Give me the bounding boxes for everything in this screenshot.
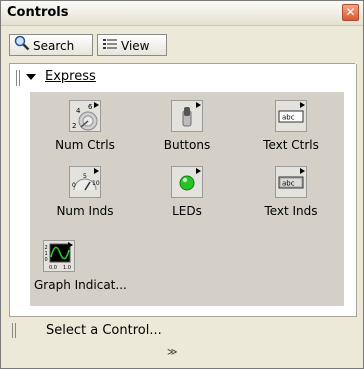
palette-item-num-inds[interactable]: 0 5 10 Num Inds xyxy=(40,160,130,240)
title-bar: Controls ✕ xyxy=(1,1,363,26)
text-indicator-icon[interactable]: abc xyxy=(275,166,307,198)
palette-item-graph-indicators[interactable]: 2 1 0 0.0 1.0 Graph Indicat... xyxy=(30,234,130,314)
submenu-arrow-icon xyxy=(196,168,201,174)
knob-icon[interactable]: 4 6 2 xyxy=(69,100,101,132)
magnifier-icon xyxy=(14,35,30,58)
toolbar: Search View xyxy=(1,26,363,63)
submenu-arrow-icon xyxy=(94,168,99,174)
item-label: Graph Indicat... xyxy=(34,278,127,292)
view-options-icon xyxy=(102,36,118,58)
toggle-switch-icon[interactable] xyxy=(171,100,203,132)
led-icon[interactable] xyxy=(171,166,203,198)
submenu-arrow-icon xyxy=(94,102,99,108)
text-control-icon[interactable]: abc xyxy=(275,100,307,132)
item-label: LEDs xyxy=(172,204,202,218)
knob-tick-6: 6 xyxy=(88,103,93,111)
graph-icon[interactable]: 2 1 0 0.0 1.0 xyxy=(43,240,75,272)
controls-palette-window: Controls ✕ Search View Express 4 6 2 Num… xyxy=(0,0,364,369)
view-button-label: View xyxy=(121,39,150,53)
gauge-icon[interactable]: 0 5 10 xyxy=(69,166,101,198)
item-label: Text Ctrls xyxy=(263,138,319,152)
express-palette: 4 6 2 Num Ctrls Buttons abc Text Ctrls 0… xyxy=(30,92,344,306)
search-button-label: Search xyxy=(33,39,75,53)
expand-triangle-icon[interactable] xyxy=(26,74,36,80)
knob-tick-2: 2 xyxy=(72,122,76,130)
palette-content: Express 4 6 2 Num Ctrls Buttons abc Text… xyxy=(9,64,357,317)
knob-tick-4: 4 xyxy=(76,107,81,115)
gauge-tick-5: 5 xyxy=(83,173,87,180)
submenu-arrow-icon xyxy=(300,102,305,108)
palette-item-text-inds[interactable]: abc Text Inds xyxy=(246,160,336,240)
item-label: Num Ctrls xyxy=(55,138,115,152)
submenu-arrow-icon xyxy=(300,168,305,174)
item-label: Num Inds xyxy=(56,204,114,218)
status-text: Select a Control... xyxy=(46,323,162,338)
abc-text: abc xyxy=(282,114,295,122)
palette-item-leds[interactable]: LEDs xyxy=(142,160,232,240)
graph-tick-y0: 0 xyxy=(45,257,48,263)
item-label: Buttons xyxy=(163,138,211,152)
category-label[interactable]: Express xyxy=(45,69,96,84)
submenu-arrow-icon xyxy=(196,102,201,108)
search-button[interactable]: Search xyxy=(9,34,93,56)
drag-grip-icon[interactable] xyxy=(16,70,20,86)
submenu-arrow-icon xyxy=(68,242,73,248)
window-title: Controls xyxy=(7,5,69,20)
status-bar: Select a Control... ≫ xyxy=(9,319,355,367)
view-button[interactable]: View xyxy=(97,34,167,56)
close-button[interactable]: ✕ xyxy=(342,4,359,21)
gauge-tick-0: 0 xyxy=(72,182,76,189)
graph-tick-x1: 1.0 xyxy=(63,265,71,271)
graph-tick-x0: 0.0 xyxy=(49,265,57,271)
item-label: Text Inds xyxy=(264,204,318,218)
abc-text: abc xyxy=(282,180,295,188)
gauge-tick-10: 10 xyxy=(92,180,100,187)
expand-chevron-icon[interactable]: ≫ xyxy=(167,347,178,358)
drag-grip-icon[interactable] xyxy=(12,323,16,338)
